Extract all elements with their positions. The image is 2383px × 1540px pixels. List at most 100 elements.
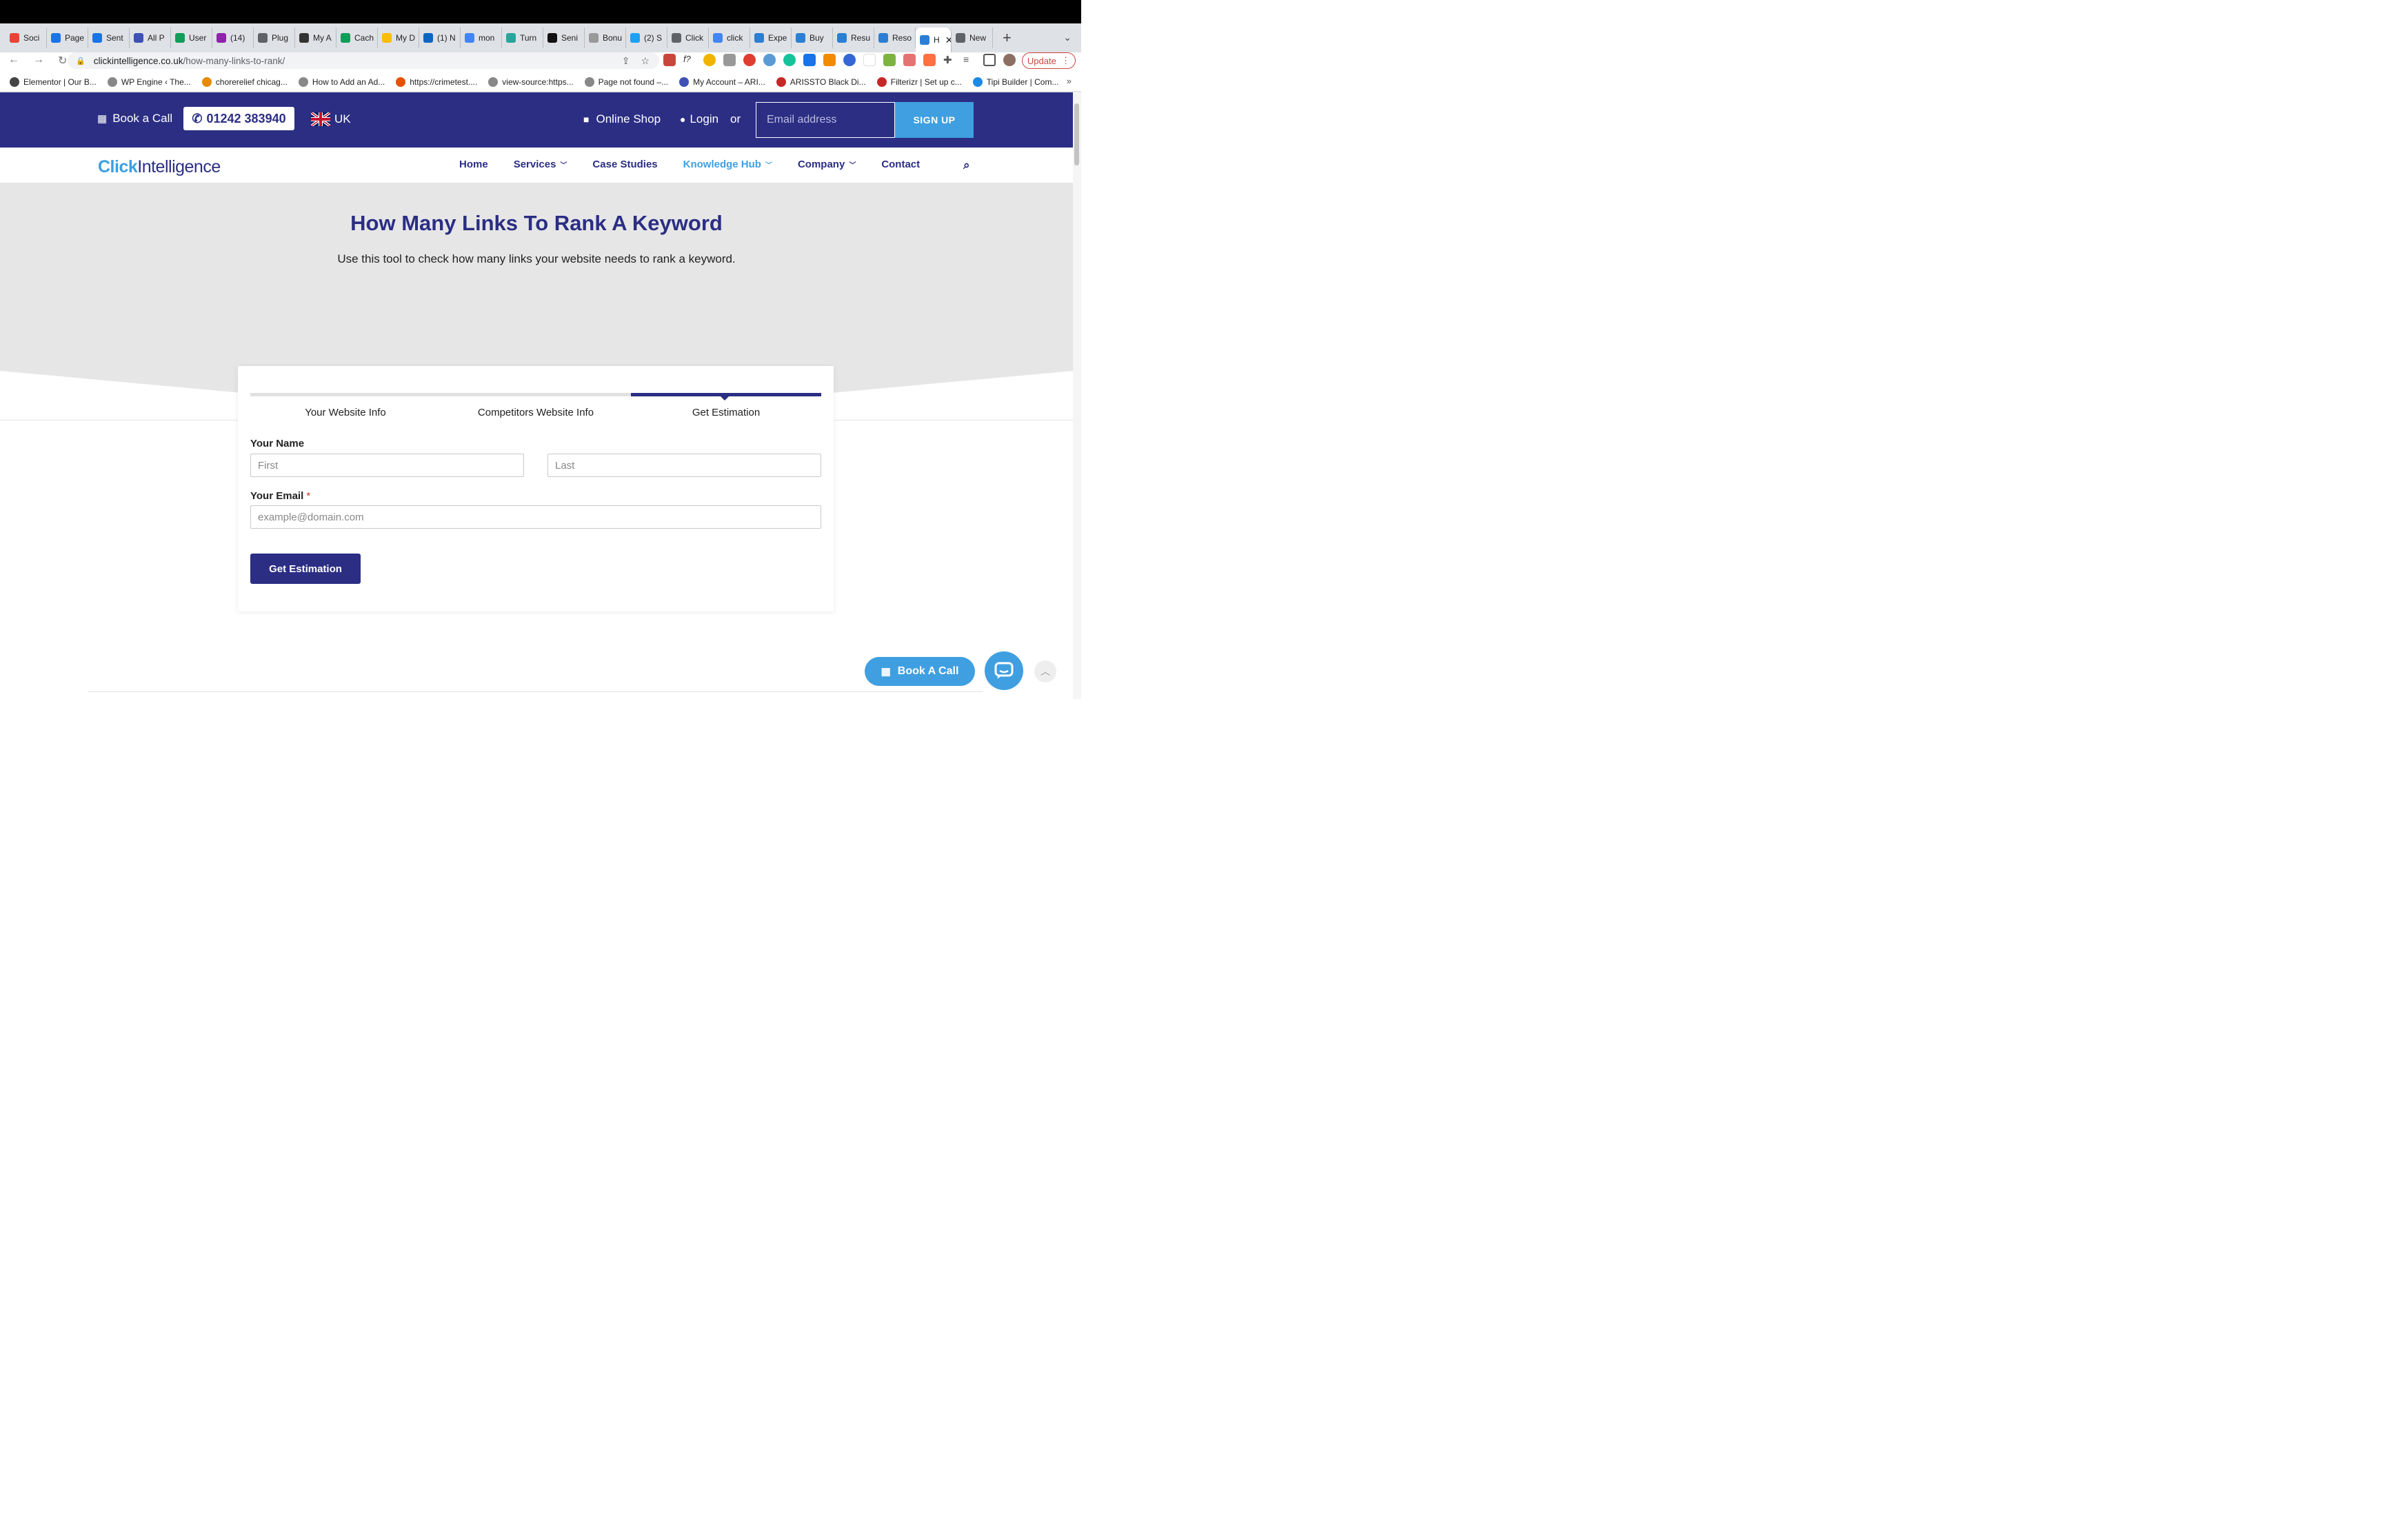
nav-item-home[interactable]: Home [459, 159, 488, 170]
bookmarks-overflow-icon[interactable]: » [1067, 76, 1072, 86]
browser-tab[interactable]: All P [130, 28, 171, 48]
newsletter-email-input[interactable]: Email address [756, 102, 895, 138]
extension-icon[interactable] [723, 54, 736, 66]
chevron-down-icon: ﹀ [849, 162, 856, 170]
bookmark-favicon-icon [776, 77, 786, 87]
bookmark-item[interactable]: ARISSTO Black Di... [776, 77, 866, 87]
page-scrollbar[interactable] [1073, 92, 1081, 699]
extension-icon[interactable] [743, 54, 756, 66]
browser-tab[interactable]: (14) [212, 28, 254, 48]
extension-icon[interactable] [843, 54, 856, 66]
region-selector[interactable]: UK [311, 112, 351, 126]
bookmark-item[interactable]: My Account – ARI... [679, 77, 765, 87]
browser-tab[interactable]: Seni [543, 28, 585, 48]
chat-button[interactable] [985, 651, 1023, 690]
extension-icon[interactable] [823, 54, 836, 66]
browser-tab[interactable]: Sent [88, 28, 130, 48]
browser-tab[interactable]: Turn [502, 28, 543, 48]
reading-list-icon[interactable]: ≡ [963, 54, 976, 66]
address-bar[interactable]: 🔒 clickintelligence.co.uk/how-many-links… [68, 52, 659, 69]
browser-tab[interactable]: Page [47, 28, 88, 48]
tab-title: My A [313, 33, 332, 43]
browser-tab[interactable]: Plug [254, 28, 295, 48]
bookmark-item[interactable]: Elementor | Our B... [10, 77, 97, 87]
puzzle-icon[interactable]: ✚ [943, 54, 956, 66]
new-tab-icon[interactable]: + [1003, 29, 1012, 47]
nav-item-knowledge-hub[interactable]: Knowledge Hub ﹀ [683, 159, 772, 170]
online-shop-link[interactable]: ■ Online Shop [583, 112, 661, 126]
back-icon[interactable]: ← [8, 54, 19, 68]
floating-book-call-button[interactable]: ▦ Book A Call [865, 657, 975, 686]
browser-tab[interactable]: (2) S [626, 28, 667, 48]
bookmark-item[interactable]: chorerelief chicag... [201, 77, 288, 87]
extension-icon[interactable] [903, 54, 916, 66]
site-logo[interactable]: ClickIntelligence [98, 157, 221, 177]
tab-favicon-icon [506, 33, 516, 43]
update-button[interactable]: Update ⋮ [1022, 52, 1076, 69]
step-tab[interactable]: Competitors Website Info [441, 407, 631, 418]
browser-tab[interactable]: click [709, 28, 750, 48]
grammarly-icon[interactable] [783, 54, 796, 66]
bookmark-item[interactable]: Filterizr | Set up c... [876, 77, 962, 87]
last-name-input[interactable]: Last [547, 454, 821, 477]
extension-icon[interactable] [863, 54, 876, 66]
nav-item-contact[interactable]: Contact [881, 159, 920, 170]
nav-item-case-studies[interactable]: Case Studies [592, 159, 657, 170]
first-name-input[interactable]: First [250, 454, 524, 477]
phone-button[interactable]: ✆ 01242 383940 [183, 107, 294, 130]
browser-tab[interactable]: New [952, 28, 993, 48]
browser-tab[interactable]: Cach [336, 28, 378, 48]
lock-icon: 🔒 [76, 57, 86, 65]
forward-icon[interactable]: → [33, 54, 44, 68]
browser-tab[interactable]: H✕ [916, 28, 952, 52]
login-link[interactable]: ● Login [680, 112, 718, 126]
browser-tab[interactable]: My A [295, 28, 336, 48]
scrollbar-thumb[interactable] [1074, 103, 1079, 165]
profile-avatar[interactable] [1003, 54, 1016, 66]
shopping-bag-icon: ■ [583, 114, 590, 125]
browser-tab[interactable]: mon [461, 28, 502, 48]
phone-icon: ✆ [192, 111, 203, 125]
browser-tab[interactable]: My D [378, 28, 419, 48]
step-tab[interactable]: Get Estimation [631, 407, 821, 418]
search-icon[interactable]: ⌕ [963, 159, 970, 172]
browser-tab[interactable]: Bonu [585, 28, 626, 48]
bookmark-item[interactable]: WP Engine ‹ The... [107, 77, 191, 87]
browser-tab[interactable]: Click [667, 28, 709, 48]
browser-tab[interactable]: Soci [6, 28, 47, 48]
extension-icon[interactable] [803, 54, 816, 66]
share-icon[interactable]: ⇪ [622, 55, 630, 67]
signup-button[interactable]: SIGN UP [895, 102, 974, 138]
extension-icon[interactable] [883, 54, 896, 66]
browser-tab[interactable]: (1) N [419, 28, 461, 48]
browser-tab[interactable]: User [171, 28, 212, 48]
bookmark-item[interactable]: Tipi Builder | Com... [972, 77, 1058, 87]
extension-icon[interactable]: f? [683, 54, 696, 66]
bookmark-item[interactable]: How to Add an Ad... [298, 77, 385, 87]
bookmark-item[interactable]: Page not found –... [584, 77, 668, 87]
uk-flag-icon [311, 112, 330, 126]
close-tab-icon[interactable]: ✕ [945, 34, 951, 46]
bookmark-item[interactable]: https://crimetest.... [396, 77, 477, 87]
email-input[interactable]: example@domain.com [250, 505, 821, 529]
extension-icon[interactable] [703, 54, 716, 66]
extension-icon[interactable] [663, 54, 676, 66]
browser-tab[interactable]: Reso [874, 28, 916, 48]
browser-tab[interactable]: Buy [792, 28, 833, 48]
tab-search-icon[interactable]: ⌄ [1063, 32, 1072, 43]
browser-tab[interactable]: Expe [750, 28, 792, 48]
scroll-to-top-icon[interactable]: ︿ [1034, 660, 1056, 682]
extension-icon[interactable] [923, 54, 936, 66]
book-call-link[interactable]: ▦ Book a Call [97, 112, 172, 125]
nav-item-services[interactable]: Services ﹀ [514, 159, 567, 170]
extension-icon[interactable] [763, 54, 776, 66]
reload-icon[interactable]: ↻ [58, 54, 67, 68]
browser-tab[interactable]: Resu [833, 28, 874, 48]
step-tab[interactable]: Your Website Info [250, 407, 441, 418]
bookmark-star-icon[interactable]: ☆ [641, 55, 650, 67]
bookmark-item[interactable]: view-source:https... [488, 77, 574, 87]
get-estimation-button[interactable]: Get Estimation [250, 554, 361, 584]
side-panel-icon[interactable] [983, 54, 996, 66]
tab-favicon-icon [796, 33, 805, 43]
nav-item-company[interactable]: Company ﹀ [798, 159, 856, 170]
